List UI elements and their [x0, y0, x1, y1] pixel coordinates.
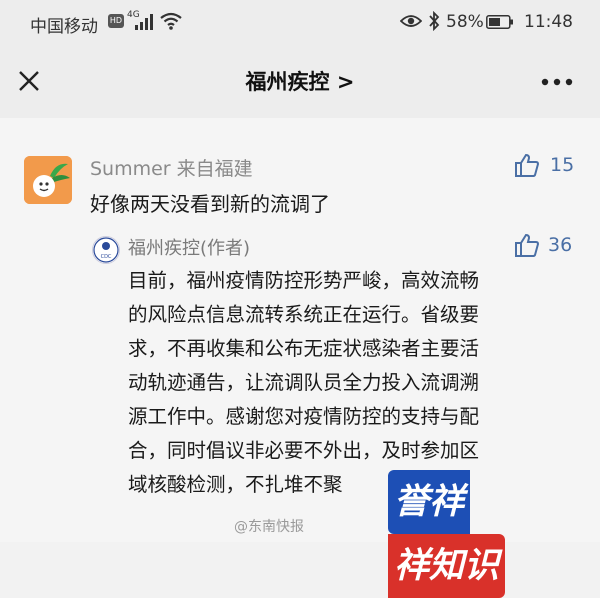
watermark-logo-part1: 誉祥	[388, 470, 471, 534]
reply-author[interactable]: 福州疾控(作者)	[128, 234, 250, 260]
svg-text:CDC: CDC	[101, 254, 112, 260]
comment-author[interactable]: Summer 来自福建	[90, 154, 253, 181]
cdc-logo-icon: CDC	[93, 237, 119, 263]
watermark-logo: 誉祥祥知识	[388, 462, 588, 598]
weibo-watermark: @东南快报	[234, 519, 304, 535]
thumbs-up-icon[interactable]	[514, 152, 540, 178]
more-icon[interactable]	[541, 78, 573, 86]
eye-icon	[400, 15, 422, 27]
reply-line: 动轨迹通告，让流调队员全力投入流调溯	[128, 371, 480, 394]
avatar[interactable]	[24, 156, 72, 204]
hd-badge: HD	[108, 14, 124, 28]
reply-line: 目前，福州疫情防控形势严峻，高效流畅	[128, 269, 480, 292]
clock: 11:48	[524, 12, 573, 32]
reply-like-count: 36	[548, 234, 573, 256]
watermark-logo-part2: 祥知识	[388, 534, 506, 598]
wifi-icon	[160, 12, 182, 30]
thumbs-up-icon[interactable]	[514, 232, 540, 258]
nav-header: 福州疾控 >	[0, 44, 600, 118]
comment-like-count: 15	[550, 154, 575, 176]
reply-line: 求，不再收集和公布无症状感染者主要活	[128, 337, 480, 360]
battery-percent: 58%	[446, 12, 484, 32]
battery-icon	[486, 15, 513, 29]
avatar-image	[24, 156, 72, 204]
comment-thread: Summer 来自福建 15 好像两天没看到新的流调了 CDC 福州疾控(作者)…	[0, 118, 600, 598]
status-bar: 中国移动 HD 4G 58% 11:48	[0, 0, 600, 44]
reply-line: 的风险点信息流转系统正在运行。省级要	[128, 303, 480, 326]
signal-icon	[135, 14, 153, 30]
carrier-label: 中国移动	[30, 17, 98, 37]
page-title[interactable]: 福州疾控 >	[0, 66, 600, 96]
reply-avatar[interactable]: CDC	[92, 236, 120, 264]
comment-text: 好像两天没看到新的流调了	[90, 192, 330, 216]
bluetooth-icon	[429, 11, 440, 31]
reply-line: 源工作中。感谢您对疫情防控的支持与配	[128, 405, 480, 428]
